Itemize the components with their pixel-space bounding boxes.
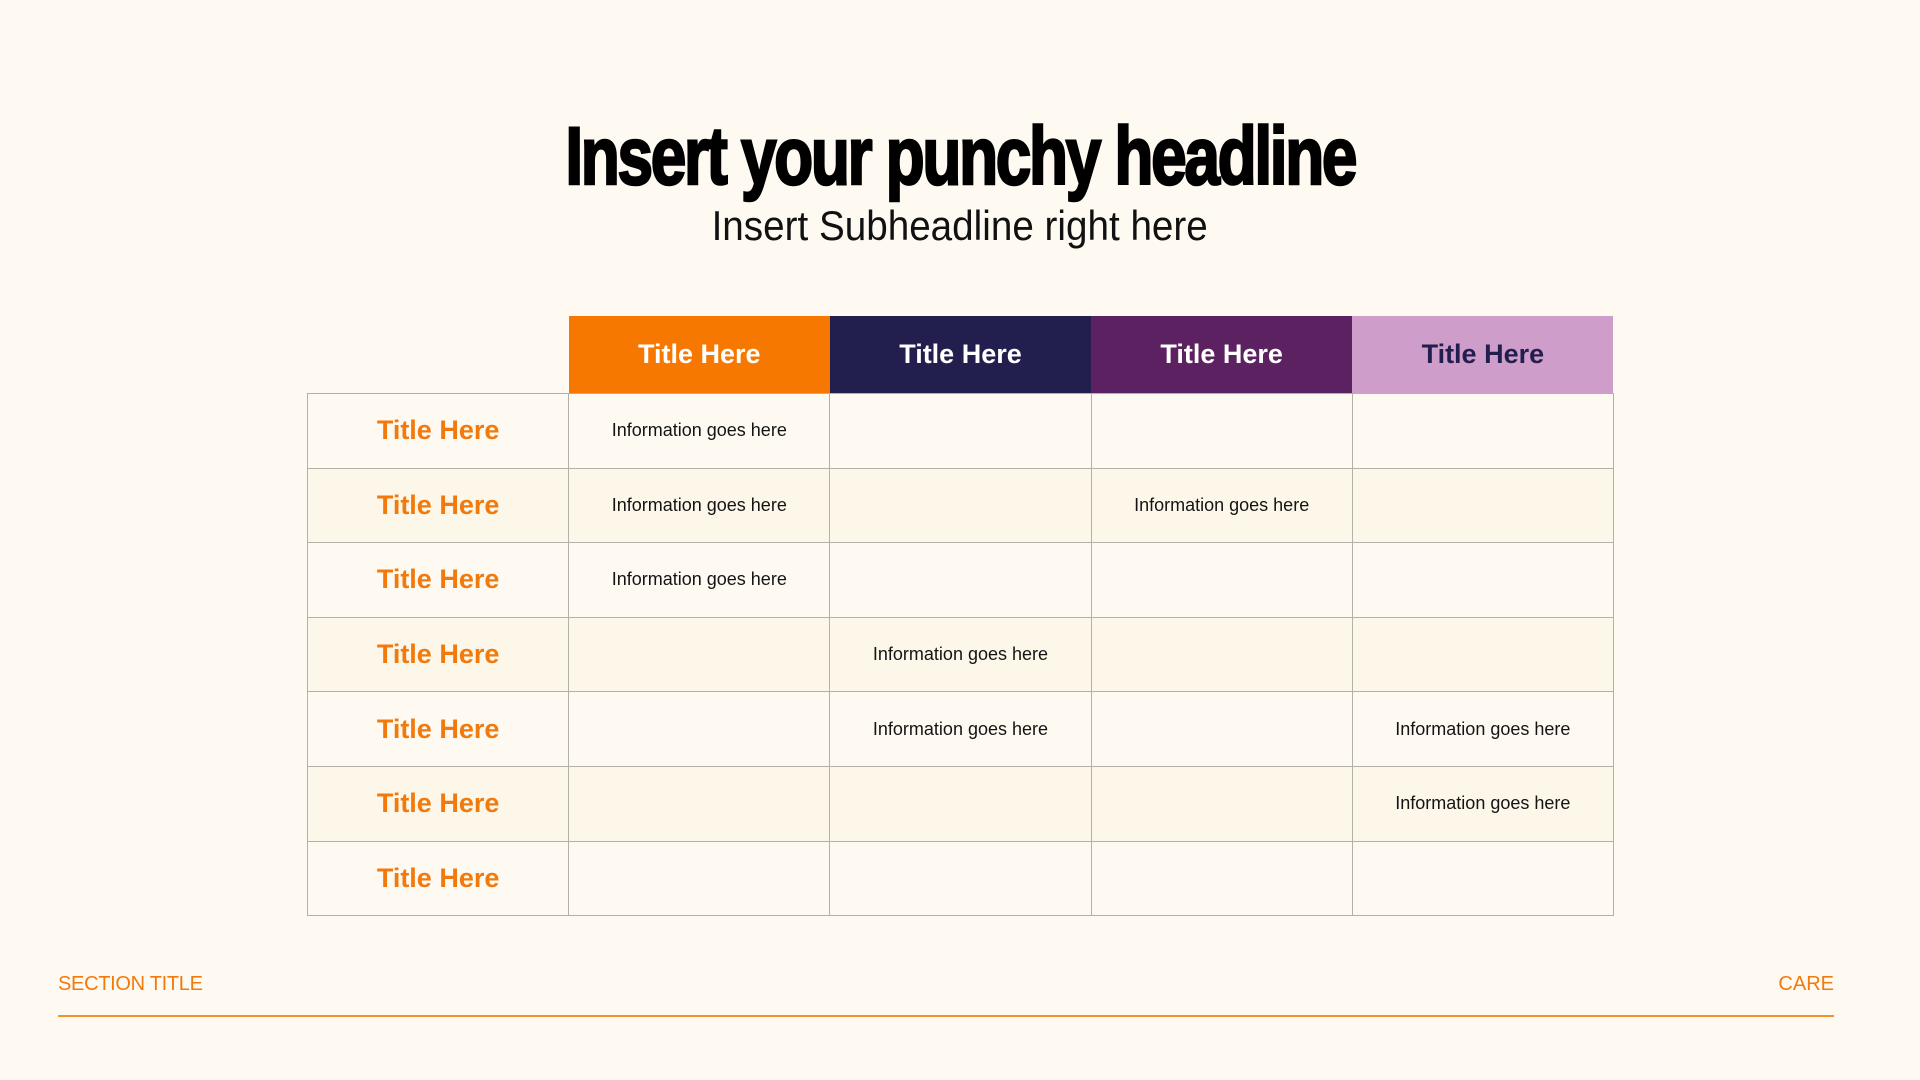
- row-header: Title Here: [306, 840, 570, 917]
- footer-divider: [58, 1015, 1834, 1017]
- table-cell: [1351, 542, 1614, 618]
- table-cell: [1351, 616, 1614, 693]
- table-cell: [1351, 840, 1614, 917]
- table-cell: [568, 616, 831, 693]
- table-row: Title Here Information goes here: [306, 765, 1614, 842]
- table-row: Title Here Information goes here: [306, 542, 1614, 618]
- table-cell: [568, 765, 831, 842]
- table-cell: [1090, 542, 1353, 618]
- table-cell: Information goes here: [829, 616, 1092, 693]
- table-cell: [829, 393, 1092, 469]
- table-row: Title Here Information goes here: [306, 616, 1614, 693]
- table-cell: [829, 840, 1092, 917]
- subheadline: Insert Subheadline right here: [0, 198, 1920, 254]
- column-header: Title Here: [1352, 316, 1614, 394]
- row-header: Title Here: [306, 616, 570, 693]
- footer-section-title: SECTION TITLE: [58, 973, 203, 995]
- table-row: Title Here Information goes here Informa…: [306, 467, 1614, 544]
- table-cell: [1351, 393, 1614, 469]
- table-corner: [308, 316, 569, 394]
- table-cell: [829, 765, 1092, 842]
- column-header: Title Here: [829, 316, 1092, 394]
- table-cell: Information goes here: [568, 467, 831, 544]
- table-row: Title Here Information goes here: [306, 393, 1614, 469]
- comparison-table: Title Here Title Here Title Here Title H…: [306, 316, 1614, 917]
- table-cell: [1090, 393, 1353, 469]
- table-row: Title Here: [306, 840, 1614, 917]
- footer-brand: CARE: [1778, 973, 1834, 995]
- table-cell: [1090, 616, 1353, 693]
- table-row: Title Here Information goes here Informa…: [306, 691, 1614, 767]
- row-header: Title Here: [306, 542, 570, 618]
- row-header: Title Here: [306, 765, 570, 842]
- table-cell: Information goes here: [1090, 467, 1353, 544]
- table-cell: [829, 467, 1092, 544]
- table-cell: [568, 691, 831, 767]
- subheadline-text: Insert Subheadline right here: [711, 202, 1209, 249]
- row-header: Title Here: [306, 467, 570, 544]
- table-cell: [1090, 691, 1353, 767]
- table-cell: [568, 840, 831, 917]
- headline: Insert your punchy headline: [0, 110, 1920, 203]
- row-header: Title Here: [306, 393, 570, 469]
- table-cell: Information goes here: [829, 691, 1092, 767]
- table-cell: [1351, 467, 1614, 544]
- table-header-row: Title Here Title Here Title Here Title H…: [308, 316, 1614, 394]
- table-cell: Information goes here: [568, 542, 831, 618]
- column-header: Title Here: [568, 316, 830, 394]
- headline-text: Insert your punchy headline: [564, 110, 1358, 203]
- table-cell: Information goes here: [1351, 765, 1614, 842]
- table-cell: Information goes here: [568, 393, 831, 469]
- table-cell: [1090, 765, 1353, 842]
- table-cell: [1090, 840, 1353, 917]
- column-header: Title Here: [1091, 316, 1353, 394]
- table-cell: Information goes here: [1351, 691, 1614, 767]
- table-cell: [829, 542, 1092, 618]
- row-header: Title Here: [306, 691, 570, 767]
